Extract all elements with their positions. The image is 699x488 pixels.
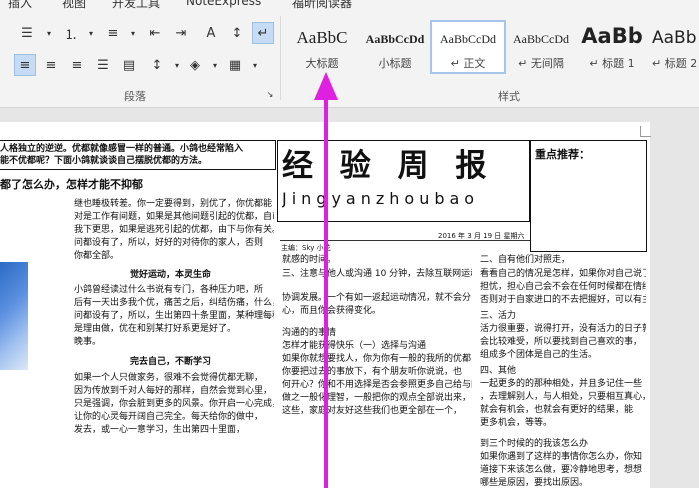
annotation-arrow-icon xyxy=(314,72,338,488)
